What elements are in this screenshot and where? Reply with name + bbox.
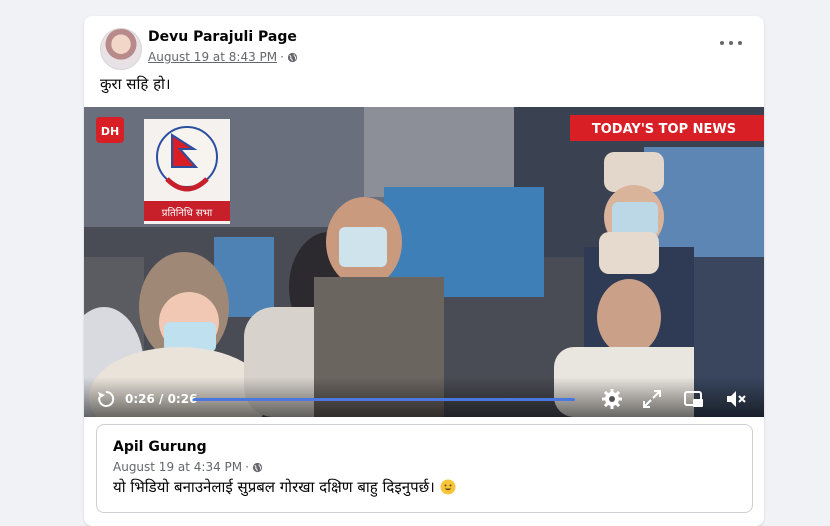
meta-separator: · <box>245 460 249 474</box>
video-progress-bar[interactable] <box>193 398 575 401</box>
post-author-name[interactable]: Devu Parajuli Page <box>148 29 297 45</box>
post-timestamp[interactable]: August 19 at 8:43 PM <box>148 50 277 64</box>
shared-author-name[interactable]: Apil Gurung <box>113 439 207 455</box>
post-caption: कुरा सहि हो। <box>100 75 171 93</box>
parliament-logo-text: प्रतिनिधि सभा <box>162 207 213 219</box>
shared-post-caption: यो भिडियो बनाउनेलाई सुप्रबल गोरखा दक्षिण… <box>113 478 435 496</box>
video-progress-fill <box>193 398 575 401</box>
shared-post-timestamp[interactable]: August 19 at 4:34 PM <box>113 460 242 474</box>
replay-icon[interactable] <box>96 389 116 409</box>
shared-post-caption-row: यो भिडियो बनाउनेलाई सुप्रबल गोरखा दक्षिण… <box>113 477 456 497</box>
post-meta: August 19 at 8:43 PM · <box>148 50 298 64</box>
shared-post-attachment[interactable]: Apil Gurung August 19 at 4:34 PM · यो भि… <box>96 424 753 513</box>
more-options-icon[interactable] <box>720 36 742 50</box>
channel-badge: DH <box>101 125 119 138</box>
settings-icon[interactable] <box>601 388 623 410</box>
picture-in-picture-icon[interactable] <box>683 388 705 410</box>
fullscreen-icon[interactable] <box>641 388 663 410</box>
mute-icon[interactable] <box>725 388 747 410</box>
news-banner: TODAY'S TOP NEWS <box>592 122 736 137</box>
video-frame: DH प्रतिनिधि सभा TODAY'S TOP NEWS <box>84 107 764 417</box>
meta-separator: · <box>280 50 284 64</box>
video-timecode: 0:26 / 0:26 <box>125 392 198 406</box>
shared-post-meta: August 19 at 4:34 PM · <box>113 460 263 474</box>
author-avatar[interactable] <box>100 28 142 70</box>
video-player[interactable]: DH प्रतिनिधि सभा TODAY'S TOP NEWS 0:26 /… <box>84 107 764 417</box>
video-controls: 0:26 / 0:26 <box>84 377 764 417</box>
globe-icon <box>252 462 263 472</box>
smiling-face-emoji <box>440 479 456 495</box>
globe-icon[interactable] <box>287 52 298 63</box>
post-card: Devu Parajuli Page August 19 at 8:43 PM … <box>84 16 764 526</box>
